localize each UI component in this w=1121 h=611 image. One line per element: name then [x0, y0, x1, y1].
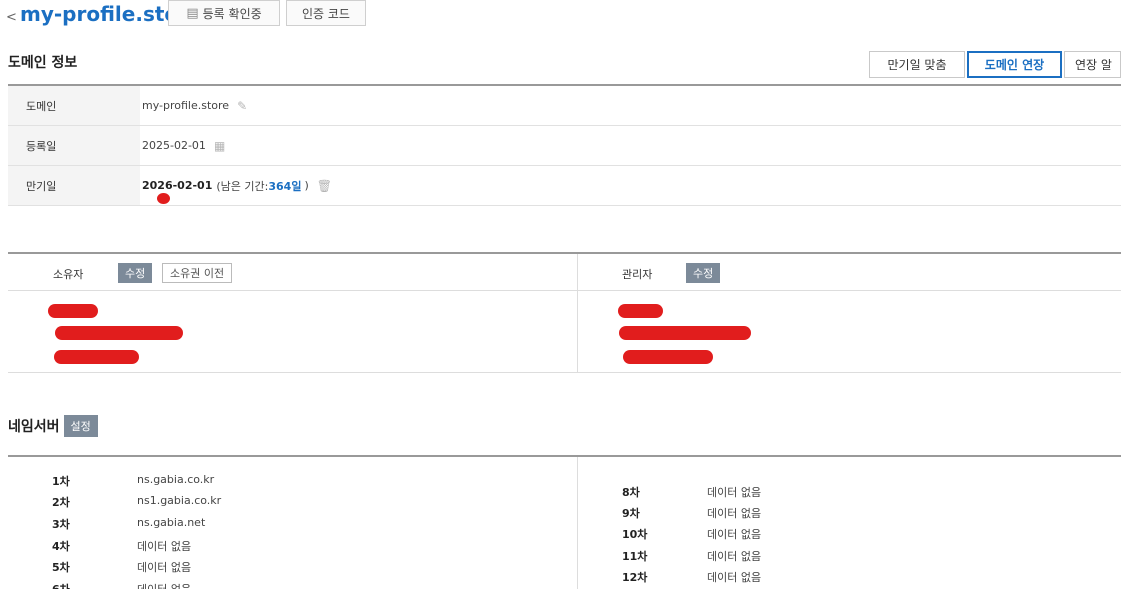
list-item: 6차데이터 없음 — [52, 581, 191, 589]
admin-label: 관리자 — [622, 268, 653, 281]
document-icon: ▤ — [186, 5, 199, 21]
owner-transfer-button[interactable]: 소유권 이전 — [162, 263, 233, 283]
domain-value: my-profile.store — [142, 99, 230, 112]
redacted-admin-email — [619, 326, 751, 340]
auth-code-button[interactable]: 인증 코드 — [286, 0, 366, 26]
domain-info-title: 도메인 정보 — [8, 55, 78, 71]
redacted-owner-name — [48, 304, 98, 318]
back-icon[interactable]: < — [6, 10, 17, 25]
row-label: 만기일 — [8, 166, 140, 205]
calendar-icon[interactable]: ▦ — [214, 139, 225, 153]
list-item: 4차 데이터 없음 — [52, 540, 192, 553]
owner-edit-button[interactable]: 수정 — [118, 263, 153, 283]
nameserver-setting-button[interactable]: 설정 — [63, 415, 98, 437]
contacts-table: 소유자 수정 소유권 이전 관리자 수정 — [8, 252, 1121, 373]
info-row-spacer — [8, 206, 1121, 207]
owner-label: 소유자 — [53, 268, 84, 281]
registration-status-button[interactable]: ▤ 등록 확인중 — [168, 0, 280, 26]
nameserver-title: 네임서버 — [8, 419, 60, 435]
list-item: 9차 데이터 없음 — [622, 507, 762, 520]
list-item: 10차 데이터 없음 — [622, 528, 762, 541]
auth-code-label: 인증 코드 — [302, 6, 350, 21]
nameserver-table: 1차 ns.gabia.co.kr 2차 ns1.gabia.co.kr 3차 ns.… — [8, 455, 1121, 589]
expiry-row: 만기일 2026-02-01 (남은 기간: 364일 ) 🗑 — [8, 166, 1121, 206]
align-expiry-button[interactable]: 만기일 맞춤 — [869, 51, 965, 78]
registered-date: 2025-02-01 — [142, 139, 206, 152]
column-divider — [577, 254, 578, 372]
trash-icon[interactable]: 🗑 — [317, 179, 332, 193]
list-item: 2차 ns1.gabia.co.kr — [52, 494, 222, 509]
remain-suffix: ) — [304, 179, 309, 192]
expiry-date: 2026-02-01 — [142, 179, 213, 192]
list-item: 5차 데이터 없음 — [52, 561, 192, 574]
list-item: 8차 데이터 없음 — [622, 486, 762, 499]
list-item: 11차 데이터 없음 — [622, 550, 762, 563]
domain-row: 도메인 my-profile.store ✎ — [8, 86, 1121, 126]
renew-alert-button[interactable]: 연장 알 — [1064, 51, 1121, 78]
domain-info-table: 도메인 my-profile.store ✎ 등록일 2025-02-01 ▦ … — [8, 84, 1121, 207]
list-item: 3차 ns.gabia.net — [52, 516, 206, 531]
nameserver-header: 네임서버 설정 — [8, 415, 98, 437]
registration-status-label: 등록 확인중 — [202, 6, 262, 21]
redacted-admin-phone — [623, 350, 713, 364]
pencil-icon[interactable]: ✎ — [237, 99, 247, 113]
column-divider — [577, 457, 578, 589]
list-item: 12차 데이터 없음 — [622, 571, 762, 584]
row-label: 도메인 — [8, 86, 140, 125]
list-item: 1차 ns.gabia.co.kr — [52, 473, 215, 488]
admin-edit-button[interactable]: 수정 — [686, 263, 721, 283]
redacted-owner-phone — [54, 350, 139, 364]
redacted-owner-email — [55, 326, 183, 340]
remain-days: 364일 — [268, 179, 302, 193]
annotation-dot — [157, 193, 170, 204]
registered-row: 등록일 2025-02-01 ▦ — [8, 126, 1121, 166]
row-label: 등록일 — [8, 126, 140, 165]
redacted-admin-name — [618, 304, 663, 318]
domain-renew-button[interactable]: 도메인 연장 — [967, 51, 1062, 78]
remain-prefix: (남은 기간: — [216, 179, 269, 193]
